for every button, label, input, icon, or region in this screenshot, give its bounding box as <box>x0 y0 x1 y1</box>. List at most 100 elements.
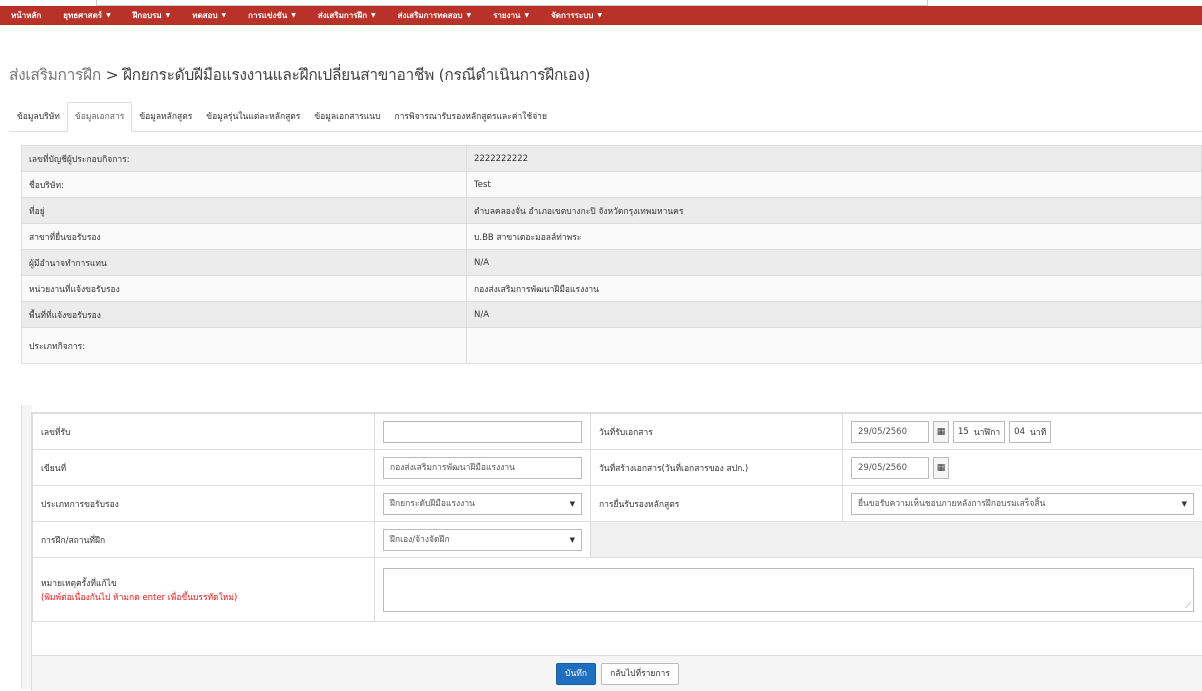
nav-label: ฝึกอบรม <box>133 9 162 22</box>
written-at-label: เขียนที่ <box>33 450 375 486</box>
receive-no-input[interactable] <box>383 421 582 443</box>
nav-label: จัดการระบบ <box>551 9 593 22</box>
nav-label: ส่งเสริมการทดสอบ <box>398 9 463 22</box>
nav-item-training[interactable]: ฝึกอบรม ▼ <box>122 9 182 22</box>
resize-grip-icon[interactable]: ⟋ <box>1185 601 1191 611</box>
authorized-label: ผู้มีอำนาจทำการแทน <box>22 250 467 276</box>
area-label: พื้นที่ที่แจ้งขอรับรอง <box>22 302 467 328</box>
created-date-label: วันที่สร้างเอกสาร(วันที่เอกสารของ สปก.) <box>591 450 843 486</box>
table-row: เลขที่บัญชีผู้ประกอบกิจการ:2222222222 <box>22 146 1202 172</box>
nav-label: ส่งเสริมการฝึก <box>318 9 367 22</box>
page-heading: ฝึกยกระดับฝีมือแรงงานและฝึกเปลี่ยนสาขาอา… <box>123 66 590 84</box>
written-at-input[interactable]: กองส่งเสริมการพัฒนาฝีมือแรงงาน <box>383 457 582 479</box>
course-cert-label: การยื่นรับรองหลักสูตร <box>591 486 843 522</box>
minute-value: 04 <box>1014 427 1025 437</box>
calendar-icon[interactable]: ▦ <box>933 421 949 443</box>
training-place-selected: ฝึกเอง/จ้างจัดฝึก <box>390 530 450 550</box>
empty-cell <box>591 522 1202 558</box>
chevron-down-icon: ▼ <box>371 12 376 19</box>
nav-item-testing[interactable]: ทดสอบ ▼ <box>181 9 237 22</box>
tab-company[interactable]: ข้อมูลบริษัท <box>10 103 67 131</box>
nav-item-competition[interactable]: การแข่งขัน ▼ <box>237 9 307 22</box>
chevron-down-icon: ▼ <box>1182 494 1187 514</box>
hour-unit: นาฬิกา <box>974 425 1000 439</box>
table-row: ชื่อบริษัท:Test <box>22 172 1202 198</box>
breadcrumb[interactable]: ส่งเสริมการฝึก <box>9 66 101 84</box>
chevron-down-icon: ▼ <box>106 12 111 19</box>
nav-item-training-promotion[interactable]: ส่งเสริมการฝึก ▼ <box>307 9 387 22</box>
page-title: ส่งเสริมการฝึก > ฝึกยกระดับฝีมือแรงงานแล… <box>9 62 590 87</box>
receive-date-label: วันที่รับเอกสาร <box>591 414 843 450</box>
nav-item-testing-promotion[interactable]: ส่งเสริมการทดสอบ ▼ <box>387 9 482 22</box>
document-form: เลขที่รับ วันที่รับเอกสาร 29/05/2560 ▦ 1… <box>31 412 1202 691</box>
nav-label: การแข่งขัน <box>248 9 287 22</box>
area-value: N/A <box>467 302 1202 328</box>
account-no-value: 2222222222 <box>467 146 1202 172</box>
remark-hint: (พิมพ์ต่อเนื่องกันไป ห้ามกด enter เพื่อข… <box>41 590 366 604</box>
table-row: หน่วยงานที่แจ้งขอรับรองกองส่งเสริมการพัฒ… <box>22 276 1202 302</box>
cert-type-label: ประเภทการขอรับรอง <box>33 486 375 522</box>
remark-label: หมายเหตุครั้งที่แก้ไข <box>41 576 366 590</box>
created-date-input[interactable]: 29/05/2560 <box>851 457 929 479</box>
chevron-down-icon: ▼ <box>524 12 529 19</box>
save-button[interactable]: บันทึก <box>556 663 596 685</box>
table-row: ที่อยู่ตำบลคลองจั่น อำเภอเขตบางกะปิ จังห… <box>22 198 1202 224</box>
remark-textarea[interactable]: ⟋ <box>383 568 1194 612</box>
chevron-down-icon: ▼ <box>570 530 575 550</box>
tab-courses[interactable]: ข้อมูลหลักสูตร <box>132 103 199 131</box>
chevron-down-icon: ▼ <box>467 12 472 19</box>
tab-bar: ข้อมูลบริษัท ข้อมูลเอกสาร ข้อมูลหลักสูตร… <box>10 101 1202 132</box>
receive-no-label: เลขที่รับ <box>33 414 375 450</box>
chevron-down-icon: ▼ <box>570 494 575 514</box>
branch-label: สาขาที่ยื่นขอรับรอง <box>22 224 467 250</box>
company-info-table: เลขที่บัญชีผู้ประกอบกิจการ:2222222222 ชื… <box>21 145 1202 364</box>
cert-type-selected: ฝึกยกระดับฝีมือแรงงาน <box>390 494 475 514</box>
form-actions: บันทึก กลับไปที่รายการ <box>32 655 1202 691</box>
nav-item-home[interactable]: หน้าหลัก <box>0 9 52 22</box>
chevron-down-icon: ▼ <box>597 12 602 19</box>
table-row: ผู้มีอำนาจทำการแทนN/A <box>22 250 1202 276</box>
main-navbar: หน้าหลัก ยุทธศาสตร์ ▼ ฝึกอบรม ▼ ทดสอบ ▼ การ… <box>0 6 1202 25</box>
authorized-value: N/A <box>467 250 1202 276</box>
nav-item-strategy[interactable]: ยุทธศาสตร์ ▼ <box>52 9 121 22</box>
address-label: ที่อยู่ <box>22 198 467 224</box>
tab-attachments[interactable]: ข้อมูลเอกสารแนบ <box>307 103 387 131</box>
cert-type-select[interactable]: ฝึกยกระดับฝีมือแรงงาน ▼ <box>383 493 582 515</box>
business-type-label: ประเภทกิจการ: <box>22 328 467 364</box>
agency-value: กองส่งเสริมการพัฒนาฝีมือแรงงาน <box>467 276 1202 302</box>
account-no-label: เลขที่บัญชีผู้ประกอบกิจการ: <box>22 146 467 172</box>
company-name-label: ชื่อบริษัท: <box>22 172 467 198</box>
nav-item-reports[interactable]: รายงาน ▼ <box>482 9 540 22</box>
agency-label: หน่วยงานที่แจ้งขอรับรอง <box>22 276 467 302</box>
address-value: ตำบลคลองจั่น อำเภอเขตบางกะปิ จังหวัดกรุง… <box>467 198 1202 224</box>
chevron-down-icon: ▼ <box>166 12 171 19</box>
chevron-down-icon: ▼ <box>291 12 296 19</box>
breadcrumb-separator: > <box>106 66 119 84</box>
tab-course-batches[interactable]: ข้อมูลรุ่นในแต่ละหลักสูตร <box>199 103 307 131</box>
course-cert-select[interactable]: ยื่นขอรับความเห็นชอบภายหลังการฝึกอบรมเสร… <box>851 493 1194 515</box>
nav-item-system[interactable]: จัดการระบบ ▼ <box>540 9 613 22</box>
back-to-list-button[interactable]: กลับไปที่รายการ <box>601 663 679 685</box>
tab-documents[interactable]: ข้อมูลเอกสาร <box>67 102 132 132</box>
training-place-label: การฝึก/สถานที่ฝึก <box>33 522 375 558</box>
tab-approval[interactable]: การพิจารณารับรองหลักสูตรและค่าใช้จ่าย <box>387 103 553 131</box>
business-type-value <box>467 328 1202 364</box>
nav-label: ทดสอบ <box>192 9 217 22</box>
company-name-value: Test <box>467 172 1202 198</box>
table-row: สาขาที่ยื่นขอรับรองบ.BB สาขาเดอะมอลล์ท่า… <box>22 224 1202 250</box>
nav-label: หน้าหลัก <box>11 9 41 22</box>
course-cert-selected: ยื่นขอรับความเห็นชอบภายหลังการฝึกอบรมเสร… <box>858 494 1045 514</box>
receive-date-input[interactable]: 29/05/2560 <box>851 421 929 443</box>
hour-value: 15 <box>958 427 969 437</box>
table-row: พื้นที่ที่แจ้งขอรับรองN/A <box>22 302 1202 328</box>
branch-value: บ.BB สาขาเดอะมอลล์ท่าพระ <box>467 224 1202 250</box>
minute-unit: นาที <box>1030 425 1046 439</box>
nav-label: รายงาน <box>493 9 520 22</box>
calendar-icon[interactable]: ▦ <box>933 457 949 479</box>
chevron-down-icon: ▼ <box>222 12 227 19</box>
table-row: ประเภทกิจการ: <box>22 328 1202 364</box>
training-place-select[interactable]: ฝึกเอง/จ้างจัดฝึก ▼ <box>383 529 582 551</box>
receive-minute-field[interactable]: 04 นาที <box>1009 421 1051 443</box>
receive-hour-field[interactable]: 15 นาฬิกา <box>953 421 1005 443</box>
nav-label: ยุทธศาสตร์ <box>63 9 102 22</box>
